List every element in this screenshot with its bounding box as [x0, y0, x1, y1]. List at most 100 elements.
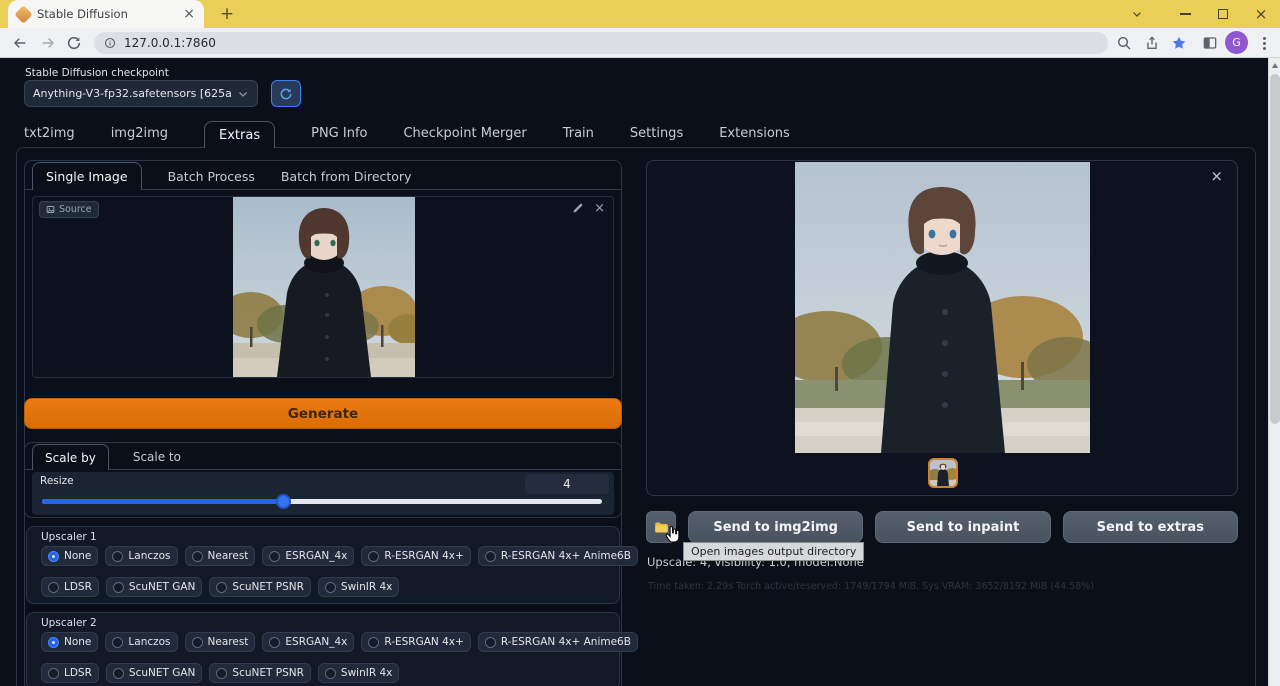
tab-batch-from-directory[interactable]: Batch from Directory: [281, 169, 412, 184]
tab-batch-process[interactable]: Batch Process: [168, 169, 255, 184]
clear-image-icon[interactable]: ×: [594, 202, 605, 215]
source-chip: Source: [39, 201, 99, 218]
share-icon[interactable]: [1140, 31, 1164, 55]
radio-icon: [269, 551, 280, 562]
radio-icon: [368, 637, 379, 648]
extras-sub-tab-bar: Single Image Batch Process Batch from Di…: [24, 162, 411, 190]
main-tab-bar: txt2img img2img Extras PNG Info Checkpoi…: [24, 119, 790, 148]
scrollbar-up-arrow-icon[interactable]: [1272, 63, 1278, 68]
new-tab-button[interactable]: +: [216, 3, 238, 25]
upscaler2-option-resrgan4x-anime6b[interactable]: R-ESRGAN 4x+ Anime6B: [478, 632, 638, 652]
tab-train[interactable]: Train: [563, 126, 594, 141]
radio-checked-icon: [48, 551, 59, 562]
send-to-extras-button[interactable]: Send to extras: [1063, 511, 1238, 543]
tab-checkpoint-merger[interactable]: Checkpoint Merger: [403, 126, 526, 141]
radio-icon: [269, 637, 280, 648]
upscaler2-option-lanczos[interactable]: Lanczos: [105, 632, 177, 652]
upscaler2-option-esrgan4x[interactable]: ESRGAN_4x: [262, 632, 354, 652]
upscaler1-option-scunet-psnr[interactable]: ScuNET PSNR: [209, 577, 310, 597]
upscaler1-option-lanczos[interactable]: Lanczos: [105, 546, 177, 566]
tab-scale-by[interactable]: Scale by: [32, 444, 109, 470]
send-to-img2img-button[interactable]: Send to img2img: [688, 511, 863, 543]
radio-icon: [192, 551, 203, 562]
browser-tab[interactable]: Stable Diffusion ×: [8, 0, 204, 28]
upscaler1-option-swinir4x[interactable]: SwinIR 4x: [318, 577, 399, 597]
tab-extras[interactable]: Extras: [204, 121, 275, 148]
chevron-down-icon: [237, 88, 249, 100]
edit-pencil-icon[interactable]: [572, 202, 584, 214]
window-maximize-button[interactable]: [1208, 0, 1238, 28]
forward-button[interactable]: [36, 31, 60, 55]
tab-single-image[interactable]: Single Image: [32, 162, 142, 190]
radio-icon: [216, 582, 227, 593]
upscaler-1-group: Upscaler 1 None Lanczos Nearest ESRGAN_4…: [26, 526, 620, 604]
tab-txt2img[interactable]: txt2img: [24, 126, 75, 141]
bookmark-star-icon[interactable]: [1167, 31, 1191, 55]
window-close-button[interactable]: ×: [1246, 0, 1276, 28]
result-image[interactable]: [795, 162, 1090, 453]
reload-button[interactable]: [62, 31, 86, 55]
upscaler1-option-nearest[interactable]: Nearest: [185, 546, 256, 566]
radio-icon: [325, 582, 336, 593]
radio-icon: [112, 637, 123, 648]
tab-extensions[interactable]: Extensions: [719, 126, 790, 141]
upscaler1-option-none[interactable]: None: [41, 546, 98, 566]
site-info-icon[interactable]: [104, 37, 116, 49]
upscaler-1-label: Upscaler 1: [41, 531, 97, 543]
back-button[interactable]: [8, 31, 32, 55]
upscaler-2-row-1: None Lanczos Nearest ESRGAN_4x R-ESRGAN …: [41, 632, 638, 652]
window-minimize-button[interactable]: [1170, 0, 1200, 28]
gallery-close-icon[interactable]: ×: [1210, 167, 1223, 185]
upscaler2-option-nearest[interactable]: Nearest: [185, 632, 256, 652]
radio-icon: [113, 668, 124, 679]
upscaler-1-row-1: None Lanczos Nearest ESRGAN_4x R-ESRGAN …: [41, 546, 638, 566]
radio-icon: [485, 551, 496, 562]
image-toolbar: ×: [572, 202, 605, 215]
side-panel-icon[interactable]: [1198, 31, 1222, 55]
profile-avatar[interactable]: G: [1225, 31, 1248, 54]
browser-toolbar: 127.0.0.1:7860 G: [0, 28, 1280, 58]
page-scrollbar[interactable]: [1268, 58, 1280, 686]
slider-fill: [42, 499, 283, 504]
tab-png-info[interactable]: PNG Info: [311, 126, 367, 141]
upscaler2-option-resrgan4x[interactable]: R-ESRGAN 4x+: [361, 632, 470, 652]
upscaler2-option-none[interactable]: None: [41, 632, 98, 652]
upscaler2-option-scunet-psnr[interactable]: ScuNET PSNR: [209, 663, 310, 683]
radio-checked-icon: [48, 637, 59, 648]
tab-search-chevron-icon[interactable]: [1122, 0, 1152, 28]
upscaler2-option-scunet-gan[interactable]: ScuNET GAN: [106, 663, 203, 683]
url-bar[interactable]: 127.0.0.1:7860: [94, 32, 1108, 54]
upscaler1-option-ldsr[interactable]: LDSR: [41, 577, 99, 597]
source-image-dropzone[interactable]: Source ×: [32, 196, 614, 378]
refresh-checkpoints-button[interactable]: [271, 80, 301, 107]
radio-icon: [48, 582, 59, 593]
upscaler1-option-esrgan4x[interactable]: ESRGAN_4x: [262, 546, 354, 566]
upscaler2-option-ldsr[interactable]: LDSR: [41, 663, 99, 683]
upscaler1-option-resrgan4x-anime6b[interactable]: R-ESRGAN 4x+ Anime6B: [478, 546, 638, 566]
folder-button-tooltip: Open images output directory: [683, 542, 864, 561]
scale-tab-bar: Scale by Scale to: [24, 444, 181, 470]
upscaler1-option-resrgan4x[interactable]: R-ESRGAN 4x+: [361, 546, 470, 566]
generate-button[interactable]: Generate: [24, 398, 622, 429]
slider-thumb[interactable]: [276, 494, 291, 509]
radio-icon: [113, 582, 124, 593]
checkpoint-dropdown[interactable]: Anything-V3-fp32.safetensors [625a2ba2]: [24, 80, 258, 107]
resize-value-input[interactable]: 4: [525, 474, 609, 494]
upscaler2-option-swinir4x[interactable]: SwinIR 4x: [318, 663, 399, 683]
gallery-thumbnail-selected[interactable]: [928, 458, 958, 488]
tab-settings[interactable]: Settings: [630, 126, 683, 141]
scrollbar-thumb[interactable]: [1270, 74, 1280, 424]
upscaler-1-row-2: LDSR ScuNET GAN ScuNET PSNR SwinIR 4x: [41, 577, 399, 597]
upscaler1-option-scunet-gan[interactable]: ScuNET GAN: [106, 577, 203, 597]
zoom-indicator-icon[interactable]: [1112, 31, 1136, 55]
stable-diffusion-favicon-icon: [14, 5, 32, 23]
send-to-inpaint-button[interactable]: Send to inpaint: [875, 511, 1050, 543]
resize-slider[interactable]: [42, 499, 602, 504]
browser-menu-icon[interactable]: [1252, 31, 1276, 55]
gallery-actions: Send to img2img Send to inpaint Send to …: [646, 511, 1238, 543]
tab-close-icon[interactable]: ×: [183, 7, 195, 21]
tab-scale-to[interactable]: Scale to: [133, 450, 181, 464]
tab-img2img[interactable]: img2img: [111, 126, 168, 141]
source-chip-label: Source: [59, 204, 92, 215]
url-text[interactable]: 127.0.0.1:7860: [124, 36, 216, 50]
